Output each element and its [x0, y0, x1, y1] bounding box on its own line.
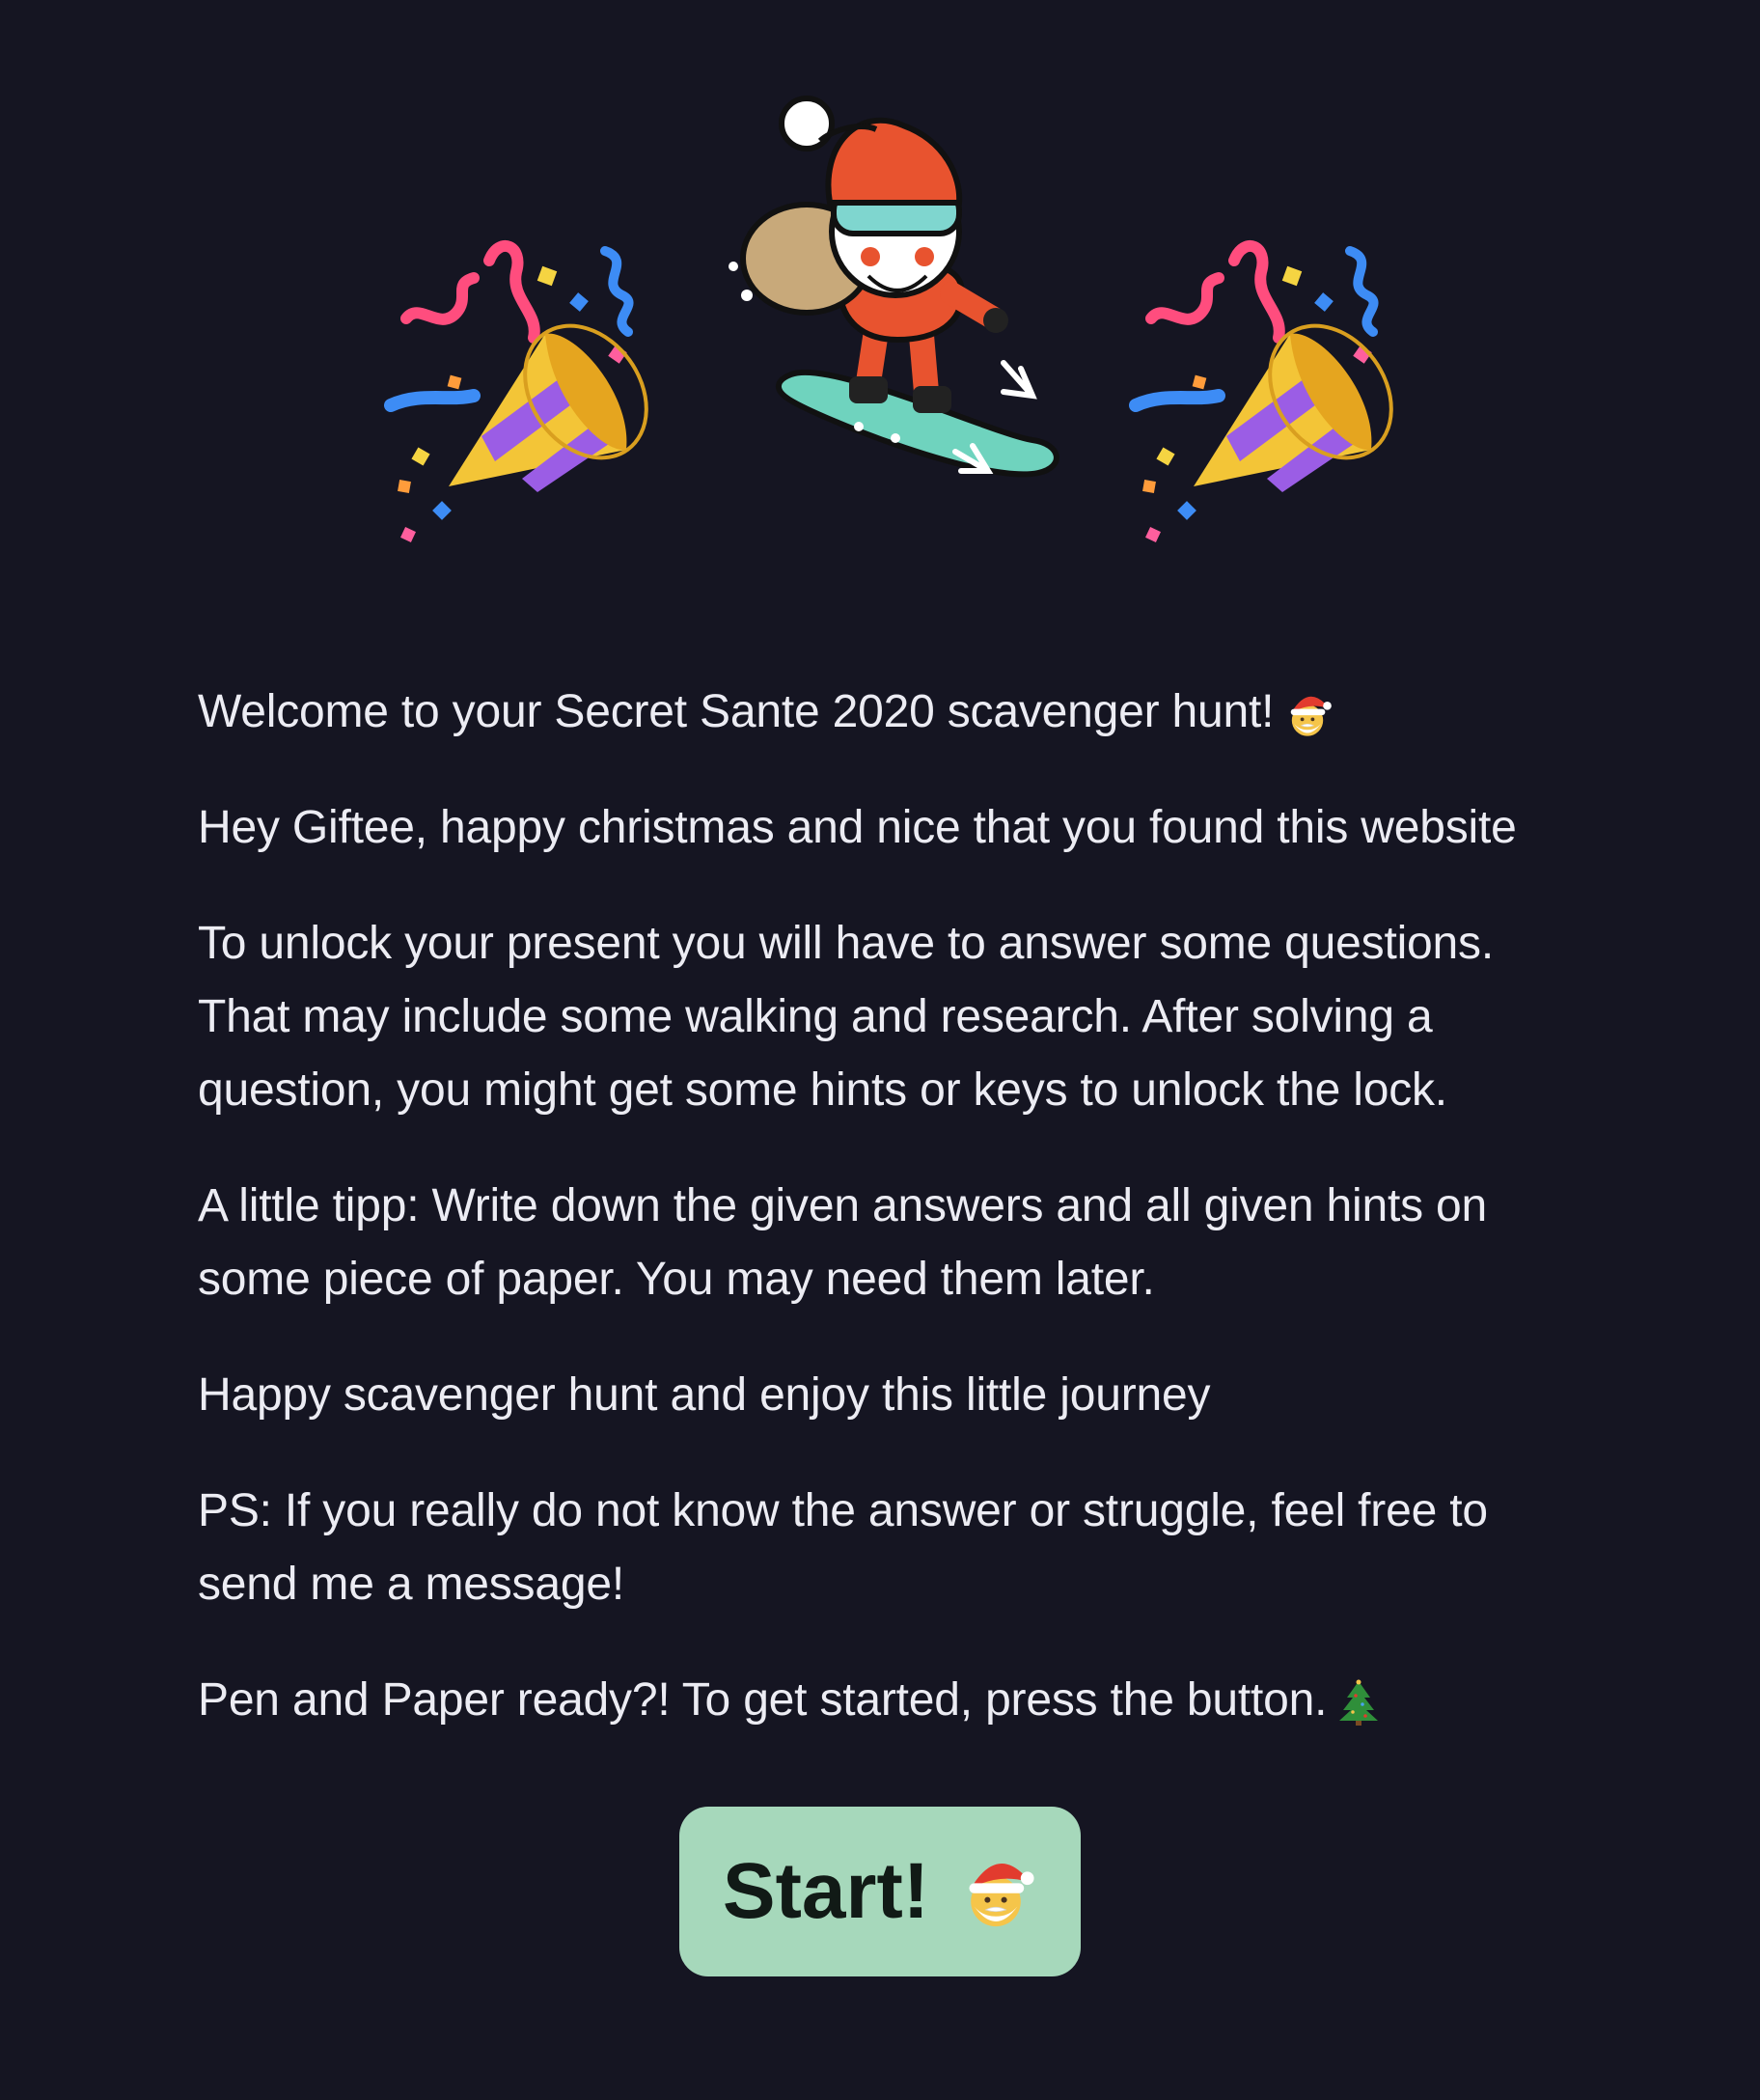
welcome-paragraph: Welcome to your Secret Sante 2020 scaven…	[198, 676, 1578, 749]
start-button[interactable]: Start!	[679, 1807, 1081, 1976]
greeting-paragraph: Hey Giftee, happy christmas and nice tha…	[198, 802, 1517, 853]
party-popper-icon	[1126, 212, 1396, 560]
ready-paragraph: Pen and Paper ready?! To get started, pr…	[198, 1664, 1578, 1737]
christmas-tree-icon	[1334, 1678, 1383, 1727]
snowboarding-santa-mascot	[729, 96, 1059, 478]
santa-face-icon	[954, 1850, 1037, 1933]
ps-paragraph: PS: If you really do not know the answer…	[198, 1485, 1488, 1610]
wish-paragraph: Happy scavenger hunt and enjoy this litt…	[198, 1369, 1211, 1421]
instructions-paragraph: To unlock your present you will have to …	[198, 918, 1494, 1116]
tip-paragraph: A little tipp: Write down the given answ…	[198, 1180, 1488, 1305]
start-button-label: Start!	[722, 1847, 930, 1935]
intro-text: Welcome to your Secret Sante 2020 scaven…	[198, 676, 1578, 1780]
party-popper-icon	[381, 212, 651, 560]
hero-banner	[0, 77, 1760, 483]
santa-face-icon	[1281, 688, 1334, 740]
start-button-container: Start!	[0, 1807, 1760, 1976]
